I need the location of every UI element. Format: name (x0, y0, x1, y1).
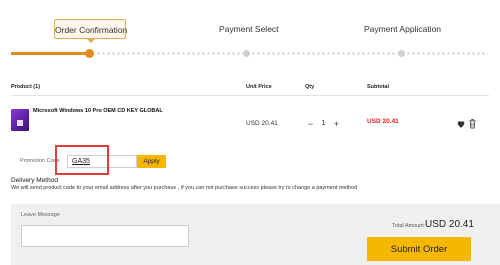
promotion-code-label: Promotion Code (20, 158, 60, 164)
column-header-subtotal: Subtotal (367, 84, 389, 90)
column-header-qty: Qty (305, 84, 315, 90)
total-amount-label: Total Amount: (392, 223, 426, 229)
unit-price: USD 20.41 (246, 120, 278, 127)
column-header-unit-price: Unit Price (246, 84, 272, 90)
active-step-pointer (86, 38, 96, 43)
step-payment-select: Payment Select (219, 24, 279, 34)
step-payment-application: Payment Application (364, 24, 442, 34)
progress-track-active (11, 52, 91, 55)
leave-message-textarea[interactable] (21, 225, 189, 247)
product-image[interactable] (11, 109, 29, 131)
column-header-product: Product (1) (11, 84, 41, 90)
table-divider (11, 95, 489, 96)
delivery-method-title: Delivery Method (11, 177, 58, 184)
step-dot-active (85, 49, 94, 58)
row-subtotal: USD 20.41 (367, 118, 399, 125)
trash-icon[interactable] (468, 118, 477, 129)
leave-message-label: Leave Message (21, 212, 60, 218)
heart-icon[interactable] (456, 119, 466, 129)
qty-decrease-button[interactable]: − (305, 118, 316, 130)
total-amount-value: USD 20.41 (425, 219, 474, 230)
qty-value[interactable]: 1 (318, 118, 329, 130)
step-order-confirmation: Order Confirmation (54, 19, 127, 39)
delivery-method-text: We will send product code to your email … (11, 185, 358, 191)
windows-logo-icon (17, 120, 23, 126)
step-dot-pending (243, 50, 250, 57)
order-footer: Leave Message Total Amount: USD 20.41 Su… (11, 204, 500, 265)
step-dot-pending (398, 50, 405, 57)
checkout-steps: Order Confirmation Payment Select Paymen… (0, 0, 500, 62)
product-name-link[interactable]: Microsoft Windows 10 Pro OEM CD KEY GLOB… (33, 108, 163, 114)
progress-track-pending (96, 52, 488, 55)
qty-increase-button[interactable]: + (331, 118, 342, 130)
promotion-code-input[interactable] (67, 155, 137, 168)
apply-promo-button[interactable]: Apply (137, 155, 166, 168)
submit-order-button[interactable]: Submit Order (367, 237, 471, 261)
